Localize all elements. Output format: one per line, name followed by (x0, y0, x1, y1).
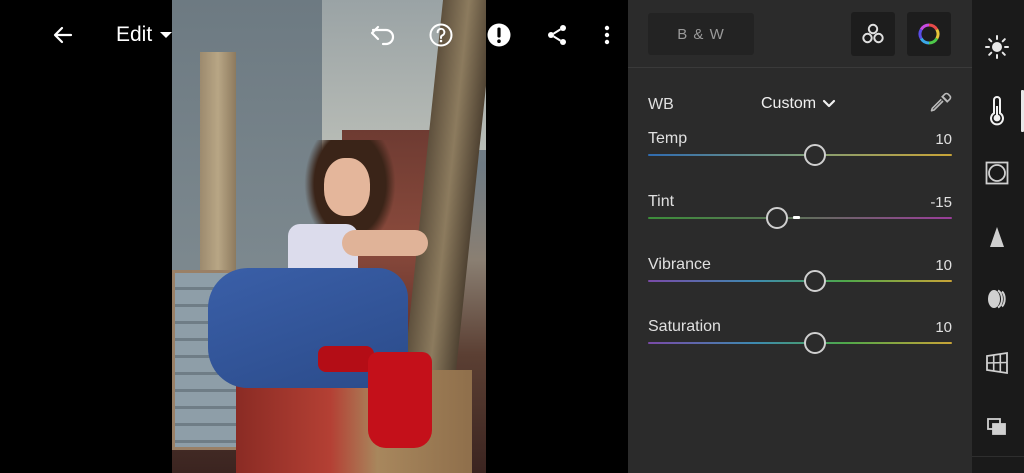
photo-detail (318, 346, 374, 372)
tool-geometry[interactable] (982, 348, 1012, 378)
chevron-down-icon (823, 99, 836, 108)
tint-slider[interactable]: Tint -15 (648, 193, 952, 243)
color-wheel-icon (918, 23, 940, 45)
slider-thumb[interactable] (766, 207, 789, 229)
default-position-mark (793, 216, 800, 219)
vibrance-slider[interactable]: Vibrance 10 (648, 256, 952, 306)
caret-down-icon (160, 32, 173, 38)
slider-value[interactable]: 10 (935, 131, 952, 148)
optics-icon (988, 289, 1006, 309)
slider-value[interactable]: 10 (935, 319, 952, 336)
color-mix-button[interactable] (907, 12, 951, 56)
slider-track[interactable] (648, 280, 952, 282)
tool-light[interactable] (982, 32, 1012, 62)
help-button[interactable] (426, 20, 456, 50)
back-button[interactable] (48, 20, 78, 50)
photo-canvas[interactable] (0, 0, 628, 473)
undo-icon (370, 25, 395, 46)
edit-tools-strip (972, 0, 1024, 473)
slider-value[interactable]: 10 (935, 257, 952, 274)
slider-track[interactable] (648, 217, 952, 219)
slider-track[interactable] (648, 154, 952, 156)
photo-detail (200, 52, 236, 272)
wb-label: WB (648, 96, 674, 113)
tool-versions[interactable] (982, 412, 1012, 442)
slider-label: Vibrance (648, 256, 711, 273)
slider-value[interactable]: -15 (930, 194, 952, 211)
photo-detail (342, 230, 428, 256)
profiles-icon (862, 23, 884, 44)
wb-preset-select[interactable]: Custom (761, 95, 836, 113)
divider (972, 456, 1024, 457)
alert-button[interactable] (484, 20, 514, 50)
geometry-icon (986, 351, 1008, 375)
slider-track[interactable] (648, 342, 952, 344)
tool-optics[interactable] (982, 284, 1012, 314)
color-temperature-icon (990, 96, 1004, 126)
saturation-slider[interactable]: Saturation 10 (648, 318, 952, 368)
tool-color[interactable] (982, 96, 1012, 126)
color-panel: B & W WB Custom Temp 10 Tint -15 Vibranc… (628, 0, 972, 473)
profiles-button[interactable] (851, 12, 895, 56)
panel-header: B & W (628, 0, 972, 68)
alert-icon (487, 23, 511, 47)
share-icon (548, 25, 566, 45)
more-vertical-icon (604, 25, 610, 45)
temp-slider[interactable]: Temp 10 (648, 130, 952, 180)
slider-thumb[interactable] (804, 332, 827, 354)
black-white-button[interactable]: B & W (648, 13, 754, 55)
slider-label: Tint (648, 193, 675, 210)
more-button[interactable] (592, 20, 622, 50)
eyedropper-icon (930, 92, 952, 112)
photo-detail (368, 352, 432, 448)
white-balance-row: WB Custom (648, 90, 952, 120)
photo-image[interactable] (172, 0, 486, 473)
effects-icon (985, 161, 1009, 185)
back-arrow-icon (53, 26, 73, 44)
photo-detail (324, 158, 370, 216)
slider-label: Temp (648, 130, 688, 147)
slider-label: Saturation (648, 318, 721, 335)
wb-eyedropper-button[interactable] (928, 92, 952, 116)
slider-thumb[interactable] (804, 270, 827, 292)
light-icon (985, 35, 1009, 59)
share-button[interactable] (542, 20, 572, 50)
slider-thumb[interactable] (804, 144, 827, 166)
help-icon (429, 23, 453, 47)
tool-effects[interactable] (982, 158, 1012, 188)
versions-icon (987, 418, 1006, 435)
wb-preset-value: Custom (761, 95, 817, 112)
tool-detail[interactable] (982, 222, 1012, 252)
detail-icon (990, 227, 1004, 247)
undo-button[interactable] (368, 20, 398, 50)
edit-menu-label: Edit (116, 23, 153, 46)
edit-menu[interactable]: Edit (116, 20, 173, 50)
